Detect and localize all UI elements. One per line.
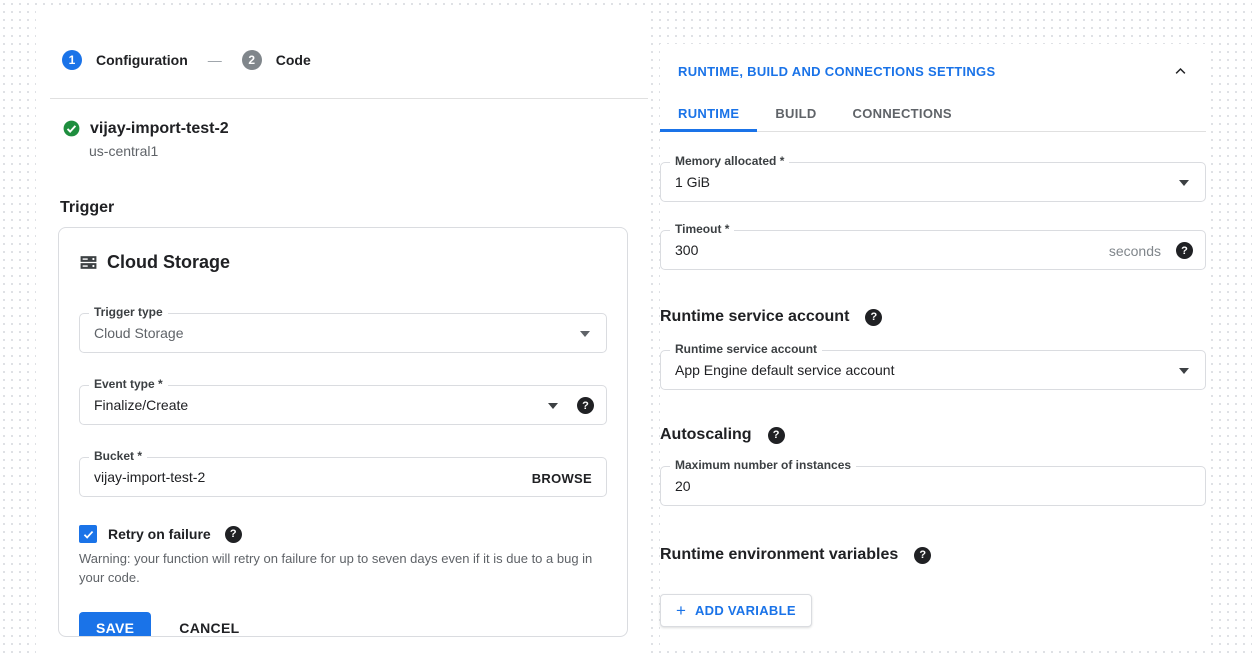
event-type-value: Finalize/Create: [94, 397, 188, 413]
step-1-indicator[interactable]: 1: [62, 50, 82, 70]
trigger-type-value: Cloud Storage: [94, 325, 184, 341]
add-variable-label: ADD VARIABLE: [695, 603, 796, 618]
function-region: us-central1: [89, 143, 648, 159]
timeout-help-icon[interactable]: ?: [1176, 242, 1193, 259]
timeout-input[interactable]: Timeout * 300 seconds ?: [660, 230, 1206, 270]
plus-icon: +: [676, 602, 686, 619]
retry-warning-text: Warning: your function will retry on fai…: [79, 550, 607, 588]
max-instances-value: 20: [675, 478, 691, 494]
chevron-down-icon: [1179, 368, 1189, 374]
add-variable-button[interactable]: + ADD VARIABLE: [660, 594, 812, 627]
action-buttons: SAVE CANCEL: [79, 612, 607, 637]
chevron-up-icon: [1173, 64, 1188, 79]
bucket-value: vijay-import-test-2: [94, 469, 205, 485]
tab-build[interactable]: BUILD: [757, 95, 834, 131]
event-type-help-icon[interactable]: ?: [577, 397, 594, 414]
env-vars-help-icon[interactable]: ?: [914, 547, 931, 564]
service-account-heading-row: Runtime service account ?: [660, 308, 1206, 326]
step-2-label[interactable]: Code: [276, 52, 311, 68]
env-vars-heading: Runtime environment variables: [660, 546, 898, 564]
timeout-label: Timeout *: [670, 222, 734, 236]
cloud-storage-icon: [79, 253, 98, 272]
trigger-section-title: Trigger: [60, 199, 648, 217]
chevron-down-icon: [580, 331, 590, 337]
service-account-help-icon[interactable]: ?: [865, 309, 882, 326]
settings-tabs: RUNTIME BUILD CONNECTIONS: [660, 95, 1206, 132]
function-header: vijay-import-test-2: [62, 119, 648, 138]
settings-collapse-toggle[interactable]: RUNTIME, BUILD AND CONNECTIONS SETTINGS: [678, 64, 1188, 79]
tab-connections[interactable]: CONNECTIONS: [835, 95, 970, 131]
trigger-card-title: Cloud Storage: [107, 252, 230, 273]
env-vars-heading-row: Runtime environment variables ?: [660, 546, 1206, 564]
autoscaling-heading-row: Autoscaling ?: [660, 426, 1206, 444]
success-check-icon: [62, 119, 81, 138]
browse-button[interactable]: BROWSE: [532, 471, 592, 486]
bucket-input[interactable]: Bucket * vijay-import-test-2 BROWSE: [79, 457, 607, 497]
service-account-value: App Engine default service account: [675, 362, 894, 378]
retry-label[interactable]: Retry on failure: [108, 526, 211, 542]
function-name: vijay-import-test-2: [90, 120, 229, 138]
autoscaling-heading: Autoscaling: [660, 426, 752, 444]
cancel-button[interactable]: CANCEL: [179, 620, 239, 636]
step-separator: —: [208, 52, 222, 68]
step-1-label[interactable]: Configuration: [96, 52, 188, 68]
trigger-type-select[interactable]: Trigger type Cloud Storage: [79, 313, 607, 353]
retry-help-icon[interactable]: ?: [225, 526, 242, 543]
service-account-label: Runtime service account: [670, 342, 822, 356]
bucket-label: Bucket *: [89, 449, 147, 463]
stepper-divider: [50, 98, 648, 99]
trigger-card-header: Cloud Storage: [79, 252, 607, 273]
event-type-select[interactable]: Event type * Finalize/Create ?: [79, 385, 607, 425]
max-instances-input[interactable]: Maximum number of instances 20: [660, 466, 1206, 506]
memory-allocated-value: 1 GiB: [675, 174, 710, 190]
retry-checkbox[interactable]: [79, 525, 97, 543]
autoscaling-help-icon[interactable]: ?: [768, 427, 785, 444]
stepper: 1 Configuration — 2 Code: [62, 50, 648, 70]
retry-on-failure-row: Retry on failure ?: [79, 525, 607, 543]
tab-runtime[interactable]: RUNTIME: [660, 95, 757, 131]
settings-header-title: RUNTIME, BUILD AND CONNECTIONS SETTINGS: [678, 64, 995, 79]
cloud-function-edit-page: 1 Configuration — 2 Code vijay-import-te…: [0, 0, 1252, 658]
trigger-card: Cloud Storage Trigger type Cloud Storage…: [58, 227, 628, 637]
step-2-indicator[interactable]: 2: [242, 50, 262, 70]
trigger-type-label: Trigger type: [89, 305, 168, 319]
chevron-down-icon: [548, 403, 558, 409]
runtime-settings-panel: RUNTIME, BUILD AND CONNECTIONS SETTINGS …: [660, 44, 1206, 646]
configuration-panel: 1 Configuration — 2 Code vijay-import-te…: [36, 8, 648, 654]
memory-allocated-label: Memory allocated *: [670, 154, 789, 168]
timeout-unit: seconds: [1109, 243, 1161, 259]
memory-allocated-select[interactable]: Memory allocated * 1 GiB: [660, 162, 1206, 202]
chevron-down-icon: [1179, 180, 1189, 186]
service-account-heading: Runtime service account: [660, 308, 849, 326]
service-account-select[interactable]: Runtime service account App Engine defau…: [660, 350, 1206, 390]
timeout-value: 300: [675, 242, 698, 258]
save-button[interactable]: SAVE: [79, 612, 151, 637]
event-type-label: Event type *: [89, 377, 168, 391]
max-instances-label: Maximum number of instances: [670, 458, 856, 472]
